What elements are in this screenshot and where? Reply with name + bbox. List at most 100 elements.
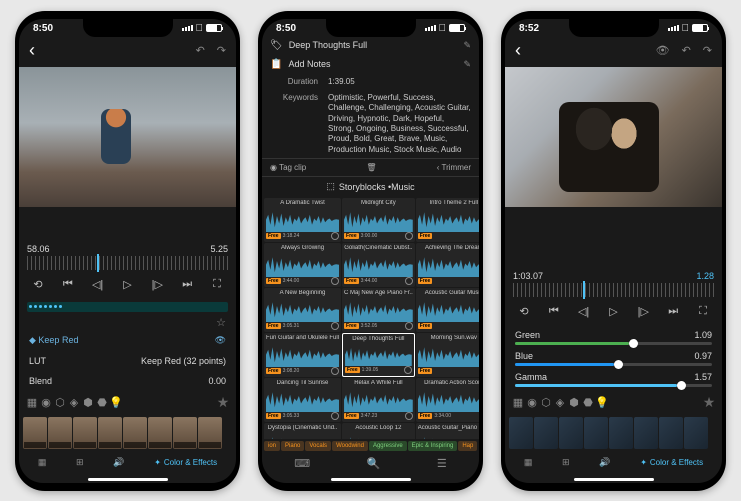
music-tile[interactable]: A New BeginningFree3:05.31 (264, 288, 341, 332)
slider-thumb[interactable] (677, 381, 686, 390)
step-fwd-icon[interactable]: |▷ (634, 303, 652, 321)
preset-thumb[interactable] (584, 417, 608, 449)
music-tile[interactable]: Intro Theme 2 FullFree (416, 198, 479, 242)
step-back-icon[interactable]: ◁| (575, 303, 593, 321)
music-tile[interactable]: Goliath(Cinematic Dubst..Free3:44.00 (342, 243, 415, 287)
category-chip[interactable]: Aggressive (369, 441, 407, 451)
preset-thumb[interactable] (634, 417, 658, 449)
blend-row[interactable]: Blend 0.00 (19, 372, 236, 390)
fx-icon[interactable]: ⬢ (81, 396, 95, 409)
loop-icon[interactable]: ⟲ (515, 303, 533, 321)
audio-track[interactable] (27, 302, 228, 312)
video-preview[interactable] (505, 67, 722, 207)
timeline-ruler[interactable] (27, 256, 228, 270)
preset-thumb[interactable] (659, 417, 683, 449)
play-icon[interactable] (331, 412, 339, 420)
trimmer-link[interactable]: ‹ Trimmer (437, 163, 471, 172)
preset-thumb[interactable] (198, 417, 222, 449)
category-chip[interactable]: Vocals (305, 441, 331, 451)
fx-icon[interactable]: ◉ (525, 396, 539, 409)
menu-icon[interactable]: ☰ (437, 457, 447, 470)
home-indicator[interactable] (574, 478, 654, 481)
slider-thumb[interactable] (629, 339, 638, 348)
music-tile[interactable]: C Maj New Age Piano Fr..Free3:52.05 (342, 288, 415, 332)
edit-icon[interactable]: ✎ (463, 40, 471, 51)
category-chip[interactable]: Epic & Inspiring (408, 441, 458, 451)
play-icon[interactable] (331, 232, 339, 240)
effect-row[interactable]: ◆ Keep Red 👁 (19, 331, 236, 350)
fx-icon[interactable]: ⬡ (53, 396, 67, 409)
redo-icon[interactable]: ↷ (217, 44, 226, 57)
playhead[interactable] (583, 281, 585, 299)
next-icon[interactable]: ⏭ (664, 303, 682, 321)
fx-icon[interactable]: ⬢ (567, 396, 581, 409)
music-tile[interactable]: Acoustic Guitar MusicFree (416, 288, 479, 332)
notes-row[interactable]: 📋 Add Notes ✎ (262, 55, 479, 74)
step-fwd-icon[interactable]: |▷ (148, 276, 166, 294)
expand-icon[interactable]: ⛶ (694, 303, 712, 321)
undo-icon[interactable]: ↶ (196, 44, 205, 57)
tab-icon[interactable]: ▦ (524, 457, 533, 468)
music-tile[interactable]: Dancing Til SunriseFree3:05.33 (264, 378, 341, 422)
fx-icon[interactable]: ◉ (39, 396, 53, 409)
preset-thumb[interactable] (684, 417, 708, 449)
play-icon[interactable]: ▷ (118, 276, 136, 294)
play-icon[interactable] (405, 412, 413, 420)
preset-thumb[interactable] (609, 417, 633, 449)
music-tile[interactable]: A Dramatic TwistFree3:18.24 (264, 198, 341, 242)
play-icon[interactable] (331, 367, 339, 375)
view-icon[interactable]: 👁 (656, 44, 670, 57)
preset-thumb[interactable] (23, 417, 47, 449)
fx-icon[interactable]: ▦ (511, 396, 525, 409)
slider-track[interactable] (515, 342, 712, 345)
star-icon[interactable]: ☆ (216, 316, 226, 329)
loop-icon[interactable]: ⟲ (29, 276, 47, 294)
music-tile[interactable]: Midnight CityFree3:00.00 (342, 198, 415, 242)
tab-icon[interactable]: ⊞ (76, 457, 84, 468)
tab-color-effects[interactable]: ✦ Color & Effects (640, 458, 703, 467)
tab-icon[interactable]: 🔊 (113, 457, 124, 468)
prev-icon[interactable]: ⏮ (545, 303, 563, 321)
slider-track[interactable] (515, 384, 712, 387)
play-icon[interactable]: ▷ (604, 303, 622, 321)
slider-track[interactable] (515, 363, 712, 366)
preset-thumb[interactable] (98, 417, 122, 449)
home-indicator[interactable] (88, 478, 168, 481)
music-tile[interactable]: Always GrowingFree3:44.00 (264, 243, 341, 287)
tag-clip-button[interactable]: ◉ Tag clip (270, 163, 306, 172)
music-tile[interactable]: Morning Sun.wavFree (416, 333, 479, 377)
tab-color-effects[interactable]: ✦ Color & Effects (154, 458, 217, 467)
preset-thumb[interactable] (123, 417, 147, 449)
preset-thumb[interactable] (534, 417, 558, 449)
fx-icon[interactable]: 💡 (595, 396, 609, 409)
play-icon[interactable] (404, 366, 412, 374)
music-tile[interactable]: Deep Thoughts FullFree1:39.05 (342, 333, 415, 377)
preset-thumb[interactable] (173, 417, 197, 449)
slider-thumb[interactable] (614, 360, 623, 369)
preset-thumb[interactable] (148, 417, 172, 449)
lut-row[interactable]: LUT Keep Red (32 points) (19, 350, 236, 372)
preset-thumb[interactable] (509, 417, 533, 449)
category-chip[interactable]: Piano (281, 441, 304, 451)
favorite-icon[interactable]: ★ (702, 394, 716, 411)
playhead[interactable] (97, 254, 99, 272)
timeline-ruler[interactable] (513, 283, 714, 297)
fx-icon[interactable]: ⬡ (539, 396, 553, 409)
eye-icon[interactable]: 👁 (215, 335, 226, 346)
music-tile[interactable]: Acoustic Guitar_Piano Un..Free (416, 423, 479, 438)
slider-green[interactable]: Green1.09 (505, 327, 722, 348)
trash-icon[interactable]: 🗑 (366, 163, 376, 172)
fx-icon[interactable]: ◈ (67, 396, 81, 409)
favorite-icon[interactable]: ★ (216, 394, 230, 411)
fx-icon[interactable]: ⬣ (95, 396, 109, 409)
fx-icon[interactable]: 💡 (109, 396, 123, 409)
undo-icon[interactable]: ↶ (682, 44, 691, 57)
slider-blue[interactable]: Blue0.97 (505, 348, 722, 369)
play-icon[interactable] (405, 322, 413, 330)
next-icon[interactable]: ⏭ (178, 276, 196, 294)
tab-icon[interactable]: ⊞ (562, 457, 570, 468)
music-tile[interactable]: Acoustic Loop 12Free (342, 423, 415, 438)
fx-icon[interactable]: ⬣ (581, 396, 595, 409)
preset-thumb[interactable] (73, 417, 97, 449)
prev-icon[interactable]: ⏮ (59, 276, 77, 294)
